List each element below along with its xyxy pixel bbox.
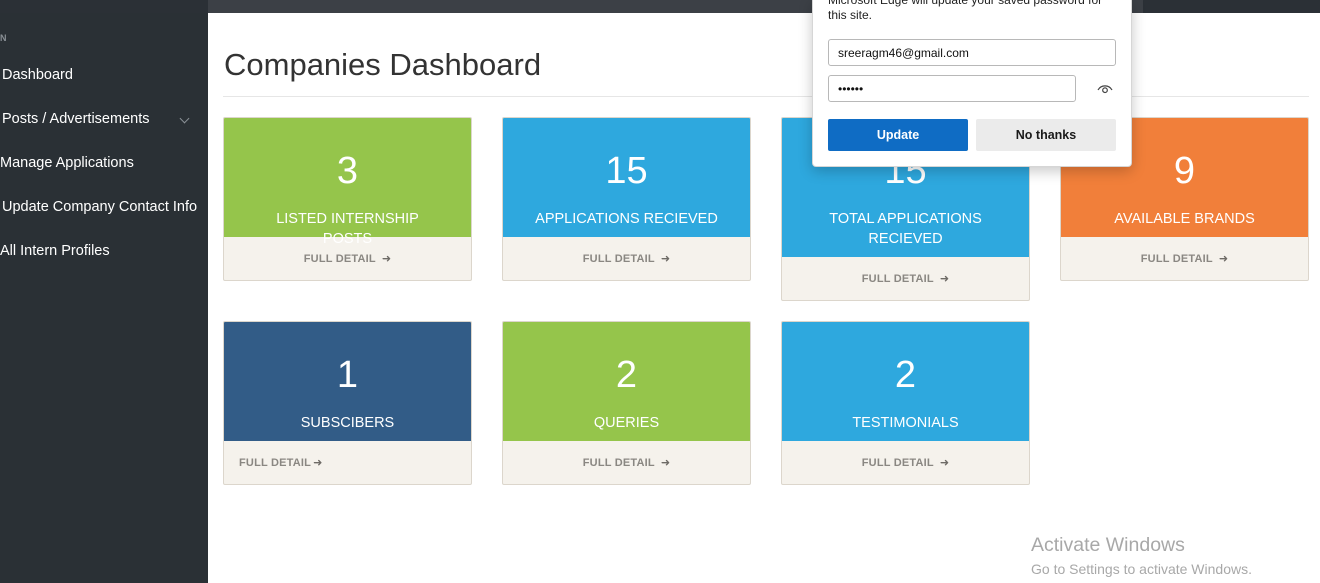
full-detail-label: FULL DETAIL [239, 456, 312, 469]
card-value: 3 [336, 150, 359, 192]
eye-icon[interactable] [1097, 83, 1113, 95]
username-field[interactable]: sreeragm46@gmail.com [828, 39, 1116, 66]
full-detail-link[interactable]: FULL DETAIL ➜ [503, 441, 750, 484]
card-header: 15 APPLICATIONS RECIEVED [503, 118, 750, 237]
arrow-right-icon: ➜ [1218, 253, 1229, 265]
sidebar-item-manage-applications[interactable]: Manage Applications [0, 145, 208, 181]
card-label: SUBSCIBERS [300, 415, 395, 431]
sidebar-item-label: Posts / Advertisements [2, 111, 150, 127]
sidebar-item-dashboard[interactable]: Dashboard [2, 57, 210, 93]
sidebar-item-update-company-contact-info[interactable]: Update Company Contact Info [2, 189, 210, 225]
full-detail-label: FULL DETAIL [861, 456, 934, 469]
title-divider [223, 96, 1309, 97]
full-detail-link[interactable]: FULL DETAIL ➜ [782, 257, 1029, 300]
card-value: 9 [1173, 150, 1196, 192]
arrow-right-icon: ➜ [381, 253, 392, 265]
popup-message: Microsoft Edge will update your saved pa… [828, 0, 1103, 22]
password-field[interactable]: •••••• [828, 75, 1076, 102]
card-value: 15 [605, 150, 648, 192]
sidebar-item-all-intern-profiles[interactable]: All Intern Profiles [0, 233, 208, 269]
card-value: 1 [336, 354, 359, 396]
password-update-popup: Microsoft Edge will update your saved pa… [812, 0, 1132, 167]
stat-card-listed-internship-posts: 3 LISTED INTERNSHIP POSTS FULL DETAIL ➜ [223, 117, 472, 281]
watermark-title: Activate Windows [1031, 534, 1185, 556]
card-value: 2 [615, 354, 638, 396]
stat-card-queries: 2 QUERIES FULL DETAIL ➜ [502, 321, 751, 485]
card-label: QUERIES [593, 415, 660, 431]
sidebar-item-label: All Intern Profiles [0, 243, 110, 259]
stat-card-applications-recieved: 15 APPLICATIONS RECIEVED FULL DETAIL ➜ [502, 117, 751, 281]
card-label: TESTIMONIALS [852, 415, 959, 431]
sidebar-item-label: Manage Applications [0, 155, 134, 171]
card-header: 2 TESTIMONIALS [782, 322, 1029, 441]
card-value: 2 [894, 354, 917, 396]
chevron-down-icon [179, 113, 190, 124]
arrow-right-icon: ➜ [939, 273, 950, 285]
sidebar-item-posts-advertisements[interactable]: Posts / Advertisements [2, 101, 210, 137]
arrow-right-icon: ➜ [660, 457, 671, 469]
watermark-subtitle: Go to Settings to activate Windows. [1031, 561, 1252, 577]
card-label: APPLICATIONS RECIEVED [535, 211, 718, 227]
full-detail-label: FULL DETAIL [582, 252, 655, 265]
full-detail-label: FULL DETAIL [582, 456, 655, 469]
sidebar-item-label: Update Company Contact Info [2, 199, 198, 215]
password-value: •••••• [838, 81, 864, 96]
full-detail-label: FULL DETAIL [1140, 252, 1213, 265]
sidebar: N Dashboard Posts / Advertisements Manag… [0, 13, 208, 583]
main-content: Companies Dashboard 3 LISTED INTERNSHIP … [208, 13, 1320, 583]
stat-card-subscibers: 1 SUBSCIBERS FULL DETAIL ➜ [223, 321, 472, 485]
sidebar-heading: N [0, 33, 8, 43]
stat-card-testimonials: 2 TESTIMONIALS FULL DETAIL ➜ [781, 321, 1030, 485]
full-detail-link[interactable]: FULL DETAIL ➜ [224, 441, 471, 484]
full-detail-link[interactable]: FULL DETAIL ➜ [1061, 237, 1308, 280]
page-title: Companies Dashboard [224, 47, 542, 82]
arrow-right-icon: ➜ [313, 457, 323, 469]
card-label: LISTED INTERNSHIP POSTS [276, 211, 419, 247]
card-header: 1 SUBSCIBERS [224, 322, 471, 441]
card-label: TOTAL APPLICATIONS RECIEVED [829, 211, 982, 247]
full-detail-link[interactable]: FULL DETAIL ➜ [782, 441, 1029, 484]
full-detail-link[interactable]: FULL DETAIL ➜ [503, 237, 750, 280]
card-label: AVAILABLE BRANDS [1114, 211, 1255, 227]
no-thanks-button[interactable]: No thanks [976, 119, 1116, 151]
arrow-right-icon: ➜ [939, 457, 950, 469]
update-button[interactable]: Update [828, 119, 968, 151]
arrow-right-icon: ➜ [660, 253, 671, 265]
card-header: 3 LISTED INTERNSHIP POSTS [224, 118, 471, 247]
full-detail-label: FULL DETAIL [303, 252, 376, 265]
full-detail-label: FULL DETAIL [861, 272, 934, 285]
sidebar-item-label: Dashboard [2, 67, 73, 83]
activate-windows-watermark: Activate Windows Go to Settings to activ… [1031, 534, 1252, 577]
card-header: 2 QUERIES [503, 322, 750, 441]
username-value: sreeragm46@gmail.com [838, 45, 969, 60]
